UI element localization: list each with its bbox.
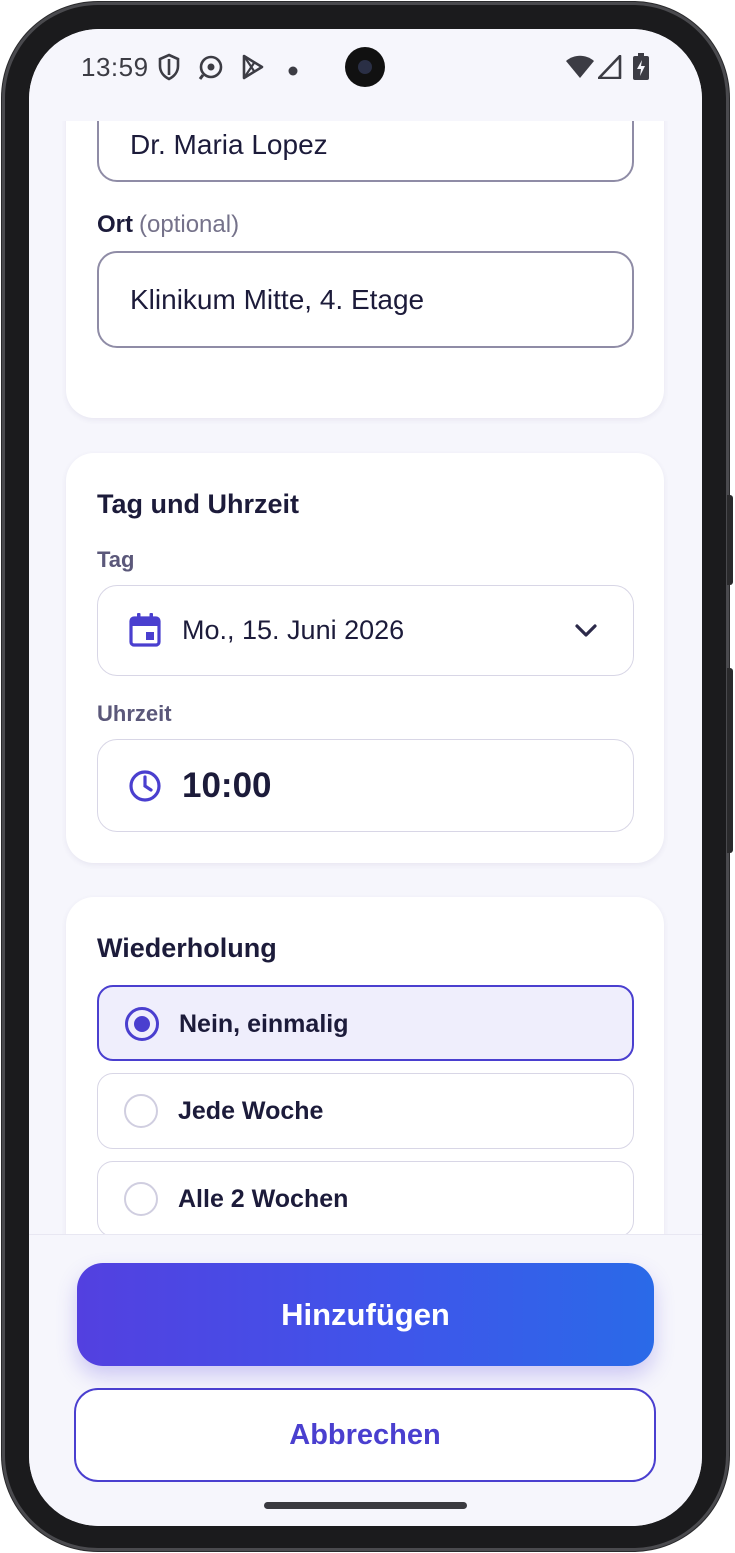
repeat-option-label: Nein, einmalig (179, 1010, 349, 1038)
repeat-option-label: Alle 2 Wochen (178, 1185, 349, 1213)
home-indicator[interactable] (264, 1502, 467, 1509)
volume-button (727, 668, 733, 853)
chevron-down-icon (573, 618, 599, 644)
bottom-action-bar: Hinzufügen Abbrechen (29, 1234, 702, 1526)
screen: 13:59 Dr. Maria Lopez Ort (optional) Kli… (29, 29, 702, 1526)
clock-icon (127, 768, 163, 804)
doctor-value: Dr. Maria Lopez (130, 129, 328, 160)
repeat-option-weekly[interactable]: Jede Woche (97, 1073, 634, 1149)
play-store-icon (240, 53, 266, 86)
repeat-option-once[interactable]: Nein, einmalig (97, 985, 634, 1061)
add-button[interactable]: Hinzufügen (77, 1263, 654, 1366)
location-field[interactable]: Klinikum Mitte, 4. Etage (97, 251, 634, 348)
dot-icon (288, 63, 298, 81)
day-picker[interactable]: Mo., 15. Juni 2026 (97, 585, 634, 676)
datetime-title: Tag und Uhrzeit (97, 489, 299, 519)
location-value: Klinikum Mitte, 4. Etage (130, 283, 425, 315)
location-label: Ort (optional) (97, 211, 239, 239)
notification-icon (197, 53, 225, 86)
doctor-field[interactable]: Dr. Maria Lopez (97, 121, 634, 182)
status-bar: 13:59 (29, 29, 702, 121)
day-value: Mo., 15. Juni 2026 (182, 615, 405, 645)
radio-unselected-icon (124, 1182, 158, 1216)
status-time: 13:59 (81, 52, 149, 82)
location-label-text: Ort (97, 211, 133, 238)
location-optional-hint: (optional) (139, 211, 240, 238)
calendar-icon (127, 612, 163, 648)
time-label: Uhrzeit (97, 701, 172, 726)
day-label: Tag (97, 547, 135, 572)
time-value: 10:00 (182, 765, 272, 805)
details-card: Dr. Maria Lopez Ort (optional) Klinikum M… (66, 121, 664, 418)
scroll-content[interactable]: Dr. Maria Lopez Ort (optional) Klinikum M… (29, 121, 702, 1234)
datetime-card: Tag und Uhrzeit Tag Mo., 15. Juni 2026 U… (66, 453, 664, 863)
shield-icon (157, 53, 181, 86)
front-camera (345, 47, 385, 87)
power-button (727, 495, 733, 585)
cell-signal-icon (597, 54, 622, 84)
radio-selected-icon (125, 1007, 159, 1041)
repeat-title: Wiederholung (97, 933, 277, 963)
battery-charging-icon (632, 53, 650, 86)
wifi-icon (565, 55, 595, 84)
time-picker[interactable]: 10:00 (97, 739, 634, 832)
repeat-card: Wiederholung Nein, einmalig Jede Woche A… (66, 897, 664, 1234)
radio-unselected-icon (124, 1094, 158, 1128)
repeat-option-biweekly[interactable]: Alle 2 Wochen (97, 1161, 634, 1234)
cancel-button[interactable]: Abbrechen (74, 1388, 656, 1482)
repeat-option-label: Jede Woche (178, 1097, 324, 1125)
